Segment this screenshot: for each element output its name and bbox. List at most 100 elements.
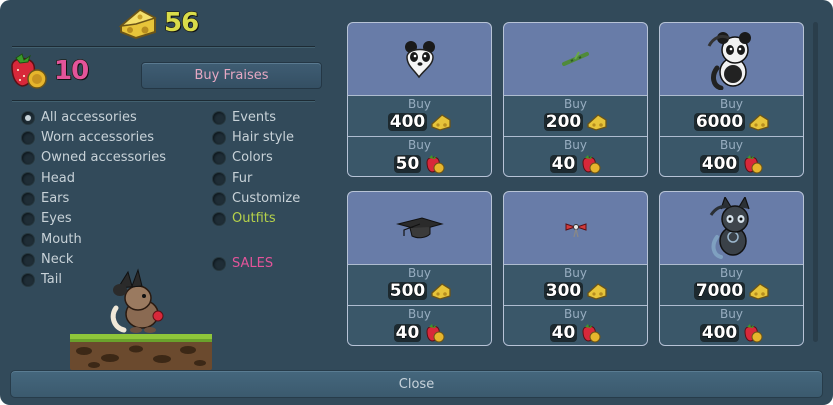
filter-label: Head [41, 171, 75, 186]
filter-eyes[interactable]: Eyes [22, 211, 72, 226]
radio-dot[interactable] [22, 212, 34, 225]
cheese-price-row[interactable]: Buy 7000 [660, 264, 803, 305]
cheese-icon [431, 283, 451, 300]
cheese-price: 6000 [693, 112, 746, 132]
filter-ears[interactable]: Ears [22, 191, 69, 206]
radio-dot[interactable] [213, 151, 225, 164]
buy-label: Buy [720, 138, 743, 152]
filter-neck[interactable]: Neck [22, 252, 73, 267]
strawberry-coin-icon [582, 324, 601, 343]
shop-item-card[interactable]: Buy 7000 Buy 400 [659, 191, 804, 346]
cheese-price: 200 [543, 112, 584, 132]
item-preview [348, 192, 491, 264]
item-preview [660, 192, 803, 264]
radio-dot[interactable] [22, 233, 34, 246]
close-button[interactable]: Close [10, 370, 823, 398]
grass-ground-tile [70, 334, 212, 370]
filter-outfits[interactable]: Outfits [213, 211, 276, 226]
radio-dot[interactable] [22, 273, 34, 286]
radio-dot[interactable] [22, 151, 34, 164]
filter-worn-accessories[interactable]: Worn accessories [22, 130, 154, 145]
strawberry-coin-icon [426, 324, 445, 343]
buy-label: Buy [564, 307, 587, 321]
fraise-price-row[interactable]: Buy 400 [660, 136, 803, 176]
radio-dot[interactable] [22, 172, 34, 185]
cheese-icon [587, 114, 607, 131]
shop-item-card[interactable]: Buy 500 Buy 40 [347, 191, 492, 346]
cheese-price-row[interactable]: Buy 300 [504, 264, 647, 305]
fraise-price-row[interactable]: Buy 40 [348, 305, 491, 345]
fraise-price: 40 [393, 323, 422, 343]
radio-dot[interactable] [22, 253, 34, 266]
cheese-price-row[interactable]: Buy 500 [348, 264, 491, 305]
radio-dot[interactable] [22, 131, 34, 144]
item-preview [348, 23, 491, 95]
radio-dot[interactable] [213, 131, 225, 144]
strawberry-coin-icon [744, 155, 763, 174]
radio-dot[interactable] [213, 212, 225, 225]
shop-item-card[interactable]: Buy 400 Buy 50 [347, 22, 492, 177]
filter-owned-accessories[interactable]: Owned accessories [22, 150, 166, 165]
fraise-price-row[interactable]: Buy 40 [504, 305, 647, 345]
filter-label: Neck [41, 252, 74, 267]
filter-events[interactable]: Events [213, 110, 276, 125]
cheese-price: 300 [543, 281, 584, 301]
cheese-price-row[interactable]: Buy 400 [348, 95, 491, 136]
strawberry-coin-icon [744, 324, 763, 343]
cheese-price-row[interactable]: Buy 6000 [660, 95, 803, 136]
filter-colors[interactable]: Colors [213, 150, 273, 165]
fraise-price: 400 [699, 323, 740, 343]
dark-outfit-icon [709, 197, 750, 259]
filter-label: Ears [41, 191, 70, 206]
filter-label: Events [232, 110, 277, 125]
buy-label: Buy [564, 97, 587, 111]
filter-fur[interactable]: Fur [213, 171, 252, 186]
filter-customize[interactable]: Customize [213, 191, 300, 206]
filter-sales[interactable]: SALES [213, 256, 273, 271]
fraise-price-row[interactable]: Buy 400 [660, 305, 803, 345]
filter-all-accessories[interactable]: All accessories [22, 110, 137, 125]
buy-fraises-button[interactable]: Buy Fraises [141, 62, 322, 89]
buy-label: Buy [408, 266, 431, 280]
cheese-amount: 56 [163, 7, 199, 38]
cheese-price: 400 [387, 112, 428, 132]
cheese-price-row[interactable]: Buy 200 [504, 95, 647, 136]
divider [12, 100, 315, 102]
cheese-icon [587, 283, 607, 300]
shop-item-card[interactable]: Buy 6000 Buy 400 [659, 22, 804, 177]
divider [12, 46, 315, 48]
filter-mouth[interactable]: Mouth [22, 232, 82, 247]
filter-hair-style[interactable]: Hair style [213, 130, 294, 145]
cheese-icon [118, 8, 157, 40]
radio-dot[interactable] [213, 111, 225, 124]
fraise-price-row[interactable]: Buy 40 [504, 136, 647, 176]
filter-head[interactable]: Head [22, 171, 75, 186]
filter-label: Hair style [232, 130, 295, 145]
shop-item-card[interactable]: Buy 200 Buy 40 [503, 22, 648, 177]
radio-dot[interactable] [213, 192, 225, 205]
bamboo-icon [561, 51, 589, 66]
cheese-icon [431, 114, 451, 131]
strawberry-coin-icon [582, 155, 601, 174]
shop-item-card[interactable]: Buy 300 Buy 40 [503, 191, 648, 346]
cheese-icon [749, 114, 769, 131]
radio-dot[interactable] [213, 257, 225, 270]
cheese-icon [749, 283, 769, 300]
filter-label: Colors [232, 150, 273, 165]
fraise-price: 400 [699, 154, 740, 174]
cheese-price: 7000 [693, 281, 746, 301]
buy-label: Buy [720, 307, 743, 321]
ribbon-icon [565, 223, 586, 238]
radio-dot[interactable] [213, 172, 225, 185]
filter-label: Worn accessories [41, 130, 155, 145]
filter-tail[interactable]: Tail [22, 272, 62, 287]
filter-label: Fur [232, 171, 253, 186]
filter-label: All accessories [41, 110, 137, 125]
fraise-price-row[interactable]: Buy 50 [348, 136, 491, 176]
radio-dot[interactable] [22, 192, 34, 205]
filter-label: SALES [232, 256, 274, 271]
scrollbar[interactable] [813, 22, 818, 342]
mouse-avatar-icon [110, 268, 164, 333]
shop-window: 56 10 Buy Fraises All accessories Worn a… [0, 0, 833, 405]
radio-dot[interactable] [22, 111, 34, 124]
